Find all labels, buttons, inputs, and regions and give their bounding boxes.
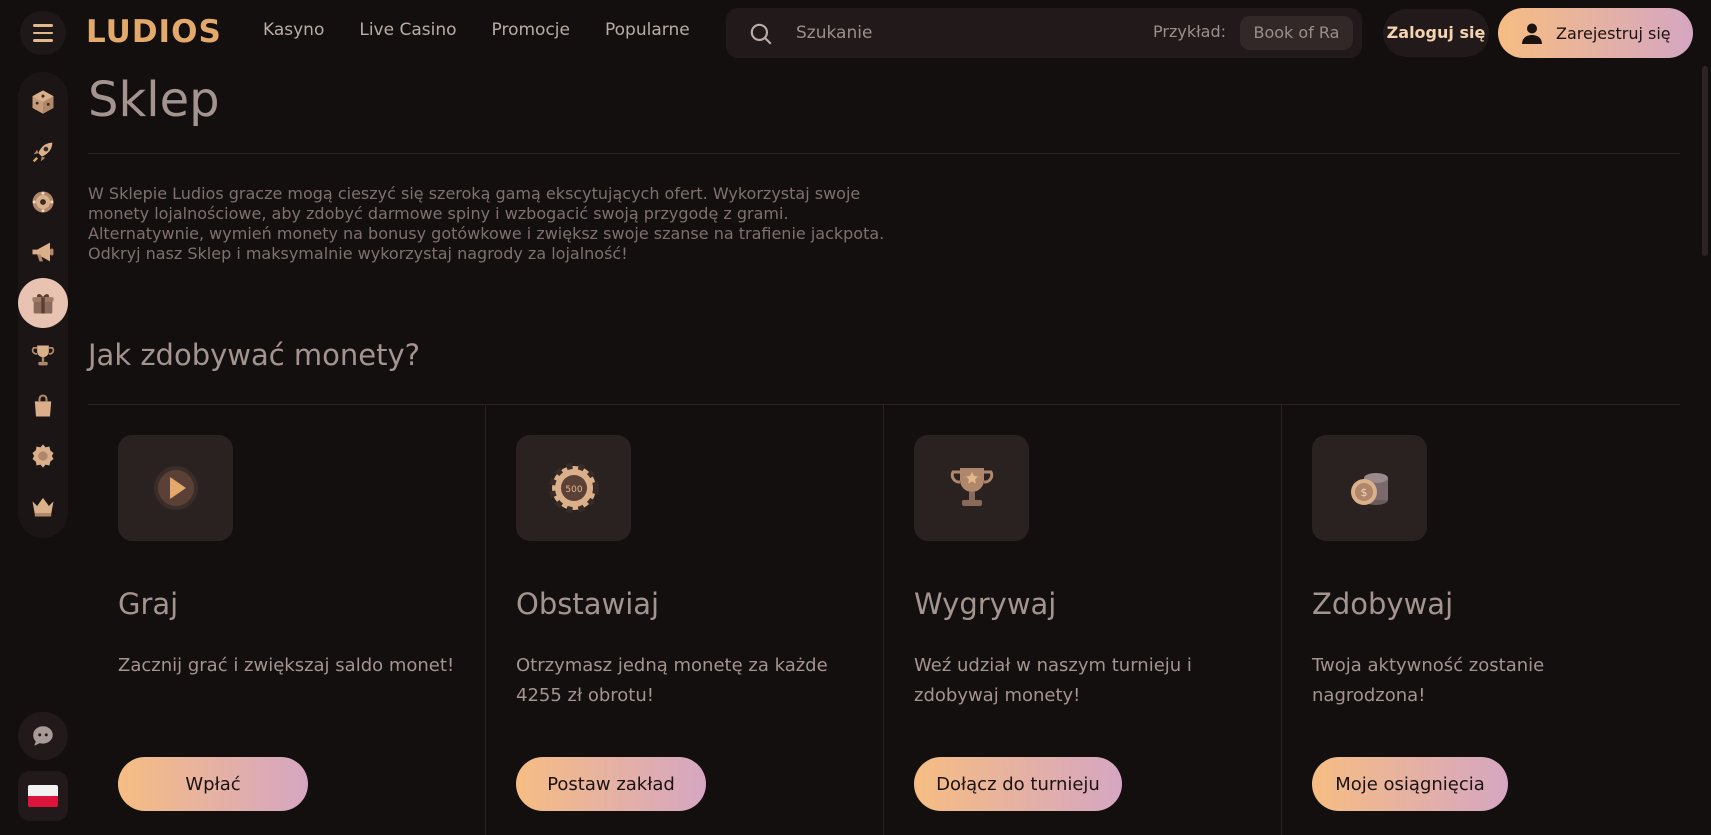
register-button[interactable]: Zarejestruj się xyxy=(1498,8,1693,58)
card-obstawiaj: 500 Obstawiaj Otrzymasz jedną monetę za … xyxy=(486,405,884,835)
intro-text: W Sklepie Ludios gracze mogą cieszyć się… xyxy=(88,184,885,263)
login-button[interactable]: Zaloguj się xyxy=(1383,9,1489,57)
join-tournament-button[interactable]: Dołącz do turnieju xyxy=(914,757,1122,811)
trophy-icon[interactable] xyxy=(21,334,65,378)
menu-icon[interactable] xyxy=(20,11,66,55)
search-example-label: Przykład: xyxy=(1153,22,1226,41)
card-wygrywaj: Wygrywaj Weź udział w naszym turnieju i … xyxy=(884,405,1282,835)
card-title: Graj xyxy=(118,587,179,621)
page-title: Sklep xyxy=(88,72,220,128)
nav-item-live-casino[interactable]: Live Casino xyxy=(359,20,456,40)
header: LUDIOS Kasyno Live Casino Promocje Popul… xyxy=(0,0,1711,66)
search-bar: Przykład: Book of Ra xyxy=(726,8,1362,58)
section-title: Jak zdobywać monety? xyxy=(88,338,421,372)
card-graj: Graj Zacznij grać i zwiększaj saldo mone… xyxy=(88,405,486,835)
my-achievements-button[interactable]: Moje osiągnięcia xyxy=(1312,757,1508,811)
register-label: Zarejestruj się xyxy=(1556,23,1671,43)
chat-icon[interactable] xyxy=(18,712,68,760)
sidebar xyxy=(18,72,68,538)
card-text: Zacznij grać i zwiększaj saldo monet! xyxy=(118,655,455,676)
gift-icon[interactable] xyxy=(18,278,68,328)
logo[interactable]: LUDIOS xyxy=(86,14,222,50)
user-icon xyxy=(1522,23,1542,44)
svg-text:$: $ xyxy=(1360,486,1367,499)
roulette-icon[interactable] xyxy=(21,180,65,224)
search-example-chip[interactable]: Book of Ra xyxy=(1240,16,1353,50)
shopping-bag-icon[interactable] xyxy=(21,384,65,428)
card-zdobywaj: $ Zdobywaj Twoja aktywność zostanie nagr… xyxy=(1282,405,1680,835)
crown-icon[interactable] xyxy=(21,484,65,528)
divider xyxy=(88,153,1680,154)
card-title: Zdobywaj xyxy=(1312,587,1454,621)
card-text: Weź udział w naszym turnieju i zdobywaj … xyxy=(914,655,1192,706)
poland-flag-icon[interactable] xyxy=(18,771,68,821)
deposit-button[interactable]: Wpłać xyxy=(118,757,308,811)
search-icon[interactable] xyxy=(748,21,774,47)
card-title: Obstawiaj xyxy=(516,587,660,621)
nav-item-kasyno[interactable]: Kasyno xyxy=(263,20,324,40)
chip-icon: 500 xyxy=(516,435,631,541)
coins-icon: $ xyxy=(1312,435,1427,541)
svg-text:500: 500 xyxy=(565,485,582,495)
megaphone-icon[interactable] xyxy=(21,230,65,274)
scrollbar[interactable] xyxy=(1702,66,1708,256)
main-nav: Kasyno Live Casino Promocje Popularne xyxy=(263,20,690,40)
card-text: Otrzymasz jedną monetę za każde 4255 zł … xyxy=(516,655,828,706)
play-icon xyxy=(118,435,233,541)
search-input[interactable] xyxy=(796,20,1116,46)
card-text: Twoja aktywność zostanie nagrodzona! xyxy=(1312,655,1545,706)
gear-badge-icon[interactable] xyxy=(21,434,65,478)
dice-icon[interactable] xyxy=(21,80,65,124)
card-title: Wygrywaj xyxy=(914,587,1057,621)
rocket-icon[interactable] xyxy=(21,130,65,174)
nav-item-promocje[interactable]: Promocje xyxy=(492,20,570,40)
place-bet-button[interactable]: Postaw zakład xyxy=(516,757,706,811)
nav-item-popularne[interactable]: Popularne xyxy=(605,20,690,40)
trophy-icon xyxy=(914,435,1029,541)
